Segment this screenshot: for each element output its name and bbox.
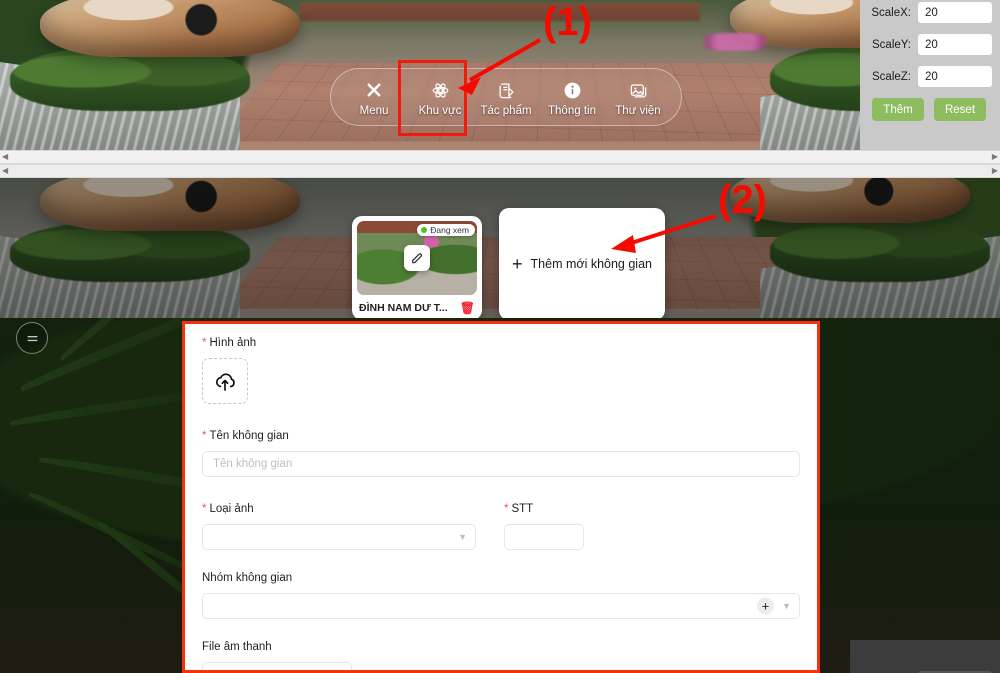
transform-panel-bottom: PositionY: PositionZ: RotationX: Rotatio… bbox=[850, 640, 1000, 673]
space-card-title: ĐÌNH NAM DƯ T... bbox=[359, 301, 448, 314]
add-new-space-card[interactable]: + Thêm mới không gian bbox=[499, 208, 665, 320]
toolbar-item-khu-vuc[interactable]: Khu vực bbox=[407, 73, 473, 121]
viewer-top: Menu Khu vực Tác phẩm Thông tin Thư viện… bbox=[0, 0, 1000, 150]
add-button[interactable]: Thêm bbox=[872, 98, 924, 121]
stt-input[interactable] bbox=[504, 524, 584, 550]
edit-pencil-icon bbox=[412, 253, 422, 264]
toolbar-item-thong-tin[interactable]: Thông tin bbox=[539, 73, 605, 121]
scalex-input[interactable] bbox=[918, 2, 992, 23]
space-name-label: * Tên không gian bbox=[202, 430, 289, 442]
chevron-right-icon[interactable]: ▶ bbox=[992, 153, 998, 161]
toolbar-item-label: Thư viện bbox=[615, 105, 661, 117]
menu-fab-icon[interactable] bbox=[16, 322, 48, 354]
toolbar-item-tac-pham[interactable]: Tác phẩm bbox=[473, 73, 539, 121]
panel-buttons: Thêm Reset bbox=[866, 98, 992, 121]
chevron-left-icon[interactable]: ◀ bbox=[2, 167, 8, 175]
space-thumbnail-card[interactable]: Đang xem ĐÌNH NAM DƯ T... 🗑 bbox=[352, 216, 482, 320]
space-form-panel: *Hình ảnh *Tên không gian *Loại ảnh bbox=[182, 321, 820, 673]
scaley-input[interactable] bbox=[918, 34, 992, 55]
required-star: * bbox=[202, 337, 207, 349]
required-star: * bbox=[504, 503, 509, 515]
artwork-scroll-icon bbox=[497, 79, 516, 101]
required-star: * bbox=[202, 430, 207, 442]
field-row: ScaleZ: bbox=[866, 66, 992, 87]
audio-upload-label: Click to upload audio bbox=[226, 669, 328, 671]
stt-label: * STT bbox=[504, 503, 534, 515]
edit-space-button[interactable] bbox=[404, 245, 430, 271]
space-card-footer: ĐÌNH NAM DƯ T... 🗑 bbox=[357, 295, 477, 320]
required-star: * bbox=[202, 503, 207, 515]
audio-file-label: File âm thanh bbox=[202, 641, 272, 653]
horizontal-scrollbar-1[interactable]: ◀ ▶ bbox=[0, 150, 1000, 164]
space-group-label: Nhóm không gian bbox=[202, 572, 293, 584]
chevron-left-icon[interactable]: ◀ bbox=[2, 153, 8, 161]
toolbar-item-label: Menu bbox=[359, 105, 389, 117]
horizontal-scrollbar-2[interactable]: ◀ ▶ bbox=[0, 164, 1000, 178]
plus-circle-icon[interactable]: + bbox=[757, 597, 774, 615]
atom-icon bbox=[431, 79, 450, 101]
status-badge-label: Đang xem bbox=[430, 225, 469, 235]
gallery-icon bbox=[629, 79, 648, 101]
screenshot-root: Menu Khu vực Tác phẩm Thông tin Thư viện… bbox=[0, 0, 1000, 673]
transform-panel-top: ScaleX: ScaleY: ScaleZ: Thêm Reset bbox=[860, 0, 1000, 150]
field-label: ScaleX: bbox=[871, 6, 911, 19]
toolbar-item-menu[interactable]: Menu bbox=[341, 73, 407, 121]
image-field-label: * Hình ảnh bbox=[202, 337, 257, 349]
close-icon bbox=[365, 79, 383, 101]
space-group-select[interactable] bbox=[202, 593, 800, 619]
viewer-toolbar: Menu Khu vực Tác phẩm Thông tin Thư viện bbox=[330, 68, 682, 126]
field-label: ScaleY: bbox=[872, 38, 911, 51]
add-new-space-label: Thêm mới không gian bbox=[530, 257, 652, 271]
audio-upload-button[interactable]: Click to upload audio bbox=[202, 662, 352, 671]
status-dot-icon bbox=[421, 227, 428, 233]
plus-icon: + bbox=[512, 254, 523, 274]
toolbar-item-label: Thông tin bbox=[548, 105, 596, 117]
chevron-right-icon[interactable]: ▶ bbox=[992, 167, 998, 175]
cloud-upload-icon bbox=[215, 373, 235, 391]
space-name-input[interactable] bbox=[202, 451, 800, 477]
image-type-select[interactable] bbox=[202, 524, 476, 550]
trash-icon[interactable]: 🗑 bbox=[460, 301, 475, 315]
image-type-label: * Loại ảnh bbox=[202, 503, 254, 515]
field-row: ScaleY: bbox=[866, 34, 992, 55]
toolbar-item-label: Khu vực bbox=[418, 105, 462, 117]
info-icon bbox=[563, 79, 582, 101]
status-badge: Đang xem bbox=[417, 224, 475, 236]
space-thumbnail-image: Đang xem bbox=[357, 221, 477, 295]
field-row: ScaleX: bbox=[866, 2, 992, 23]
toolbar-item-label: Tác phẩm bbox=[480, 105, 532, 117]
scalez-input[interactable] bbox=[918, 66, 992, 87]
image-upload-dropzone[interactable] bbox=[202, 358, 248, 404]
reset-button[interactable]: Reset bbox=[934, 98, 986, 121]
field-label: ScaleZ: bbox=[872, 70, 911, 83]
toolbar-item-thu-vien[interactable]: Thư viện bbox=[605, 73, 671, 121]
